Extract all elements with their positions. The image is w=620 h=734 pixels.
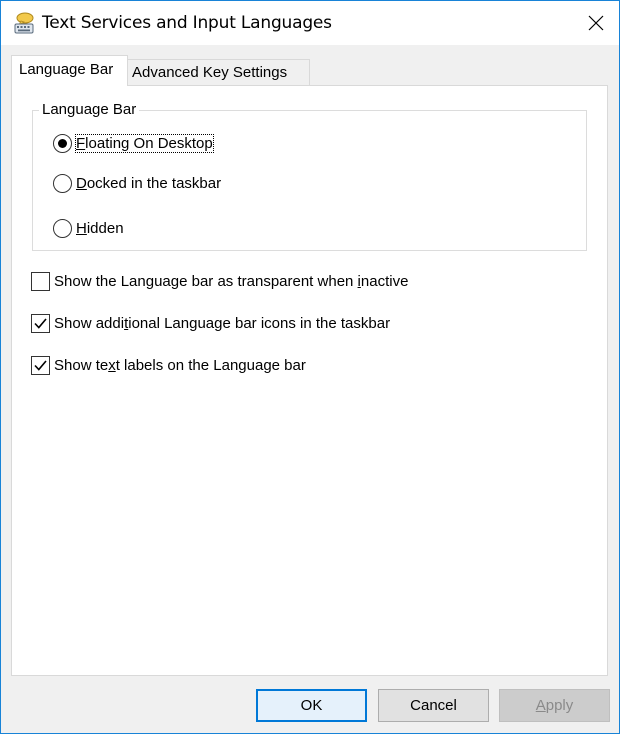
title-bar[interactable]: Text Services and Input Languages bbox=[1, 1, 619, 45]
checkbox-box[interactable] bbox=[31, 355, 50, 375]
apply-button[interactable]: Apply bbox=[499, 689, 610, 722]
language-bar-groupbox: Language Bar Floating On Desktop Docked … bbox=[32, 101, 587, 251]
checkmark-icon bbox=[34, 359, 47, 371]
close-icon bbox=[588, 15, 604, 31]
tab-advanced-key-settings[interactable]: Advanced Key Settings bbox=[127, 59, 310, 87]
groupbox-label: Language Bar bbox=[39, 101, 140, 118]
checkbox-transparent-when-inactive[interactable]: Show the Language bar as transparent whe… bbox=[31, 270, 408, 292]
radio-label: Floating On Desktop bbox=[75, 133, 214, 153]
radio-hidden[interactable]: Hidden bbox=[53, 217, 124, 239]
checkbox-label: Show text labels on the Language bar bbox=[54, 356, 306, 374]
language-bar-app-icon bbox=[14, 12, 34, 34]
checkbox-box[interactable] bbox=[31, 271, 50, 291]
checkbox-label: Show the Language bar as transparent whe… bbox=[54, 272, 409, 290]
radio-button[interactable] bbox=[53, 173, 72, 193]
checkmark-icon bbox=[34, 317, 47, 329]
checkbox-label: Show additional Language bar icons in th… bbox=[54, 314, 391, 332]
radio-label: Hidden bbox=[76, 219, 124, 237]
close-button[interactable] bbox=[573, 1, 619, 45]
button-bar: OK Cancel Apply bbox=[1, 677, 619, 733]
ok-button[interactable]: OK bbox=[256, 689, 367, 722]
radio-label: Docked in the taskbar bbox=[76, 174, 222, 192]
radio-floating-on-desktop[interactable]: Floating On Desktop bbox=[53, 132, 214, 154]
tab-panel: Language Bar Floating On Desktop Docked … bbox=[11, 85, 608, 676]
checkbox-additional-icons-in-taskbar[interactable]: Show additional Language bar icons in th… bbox=[31, 312, 390, 334]
radio-button-checked[interactable] bbox=[53, 133, 72, 153]
window-title: Text Services and Input Languages bbox=[42, 13, 332, 33]
checkbox-box[interactable] bbox=[31, 313, 50, 333]
checkbox-show-text-labels[interactable]: Show text labels on the Language bar bbox=[31, 354, 306, 376]
radio-button[interactable] bbox=[53, 218, 72, 238]
cancel-button[interactable]: Cancel bbox=[378, 689, 489, 722]
tab-language-bar[interactable]: Language Bar bbox=[11, 55, 128, 86]
dialog-window: Text Services and Input Languages Langua… bbox=[0, 0, 620, 734]
radio-docked-in-taskbar[interactable]: Docked in the taskbar bbox=[53, 172, 221, 194]
